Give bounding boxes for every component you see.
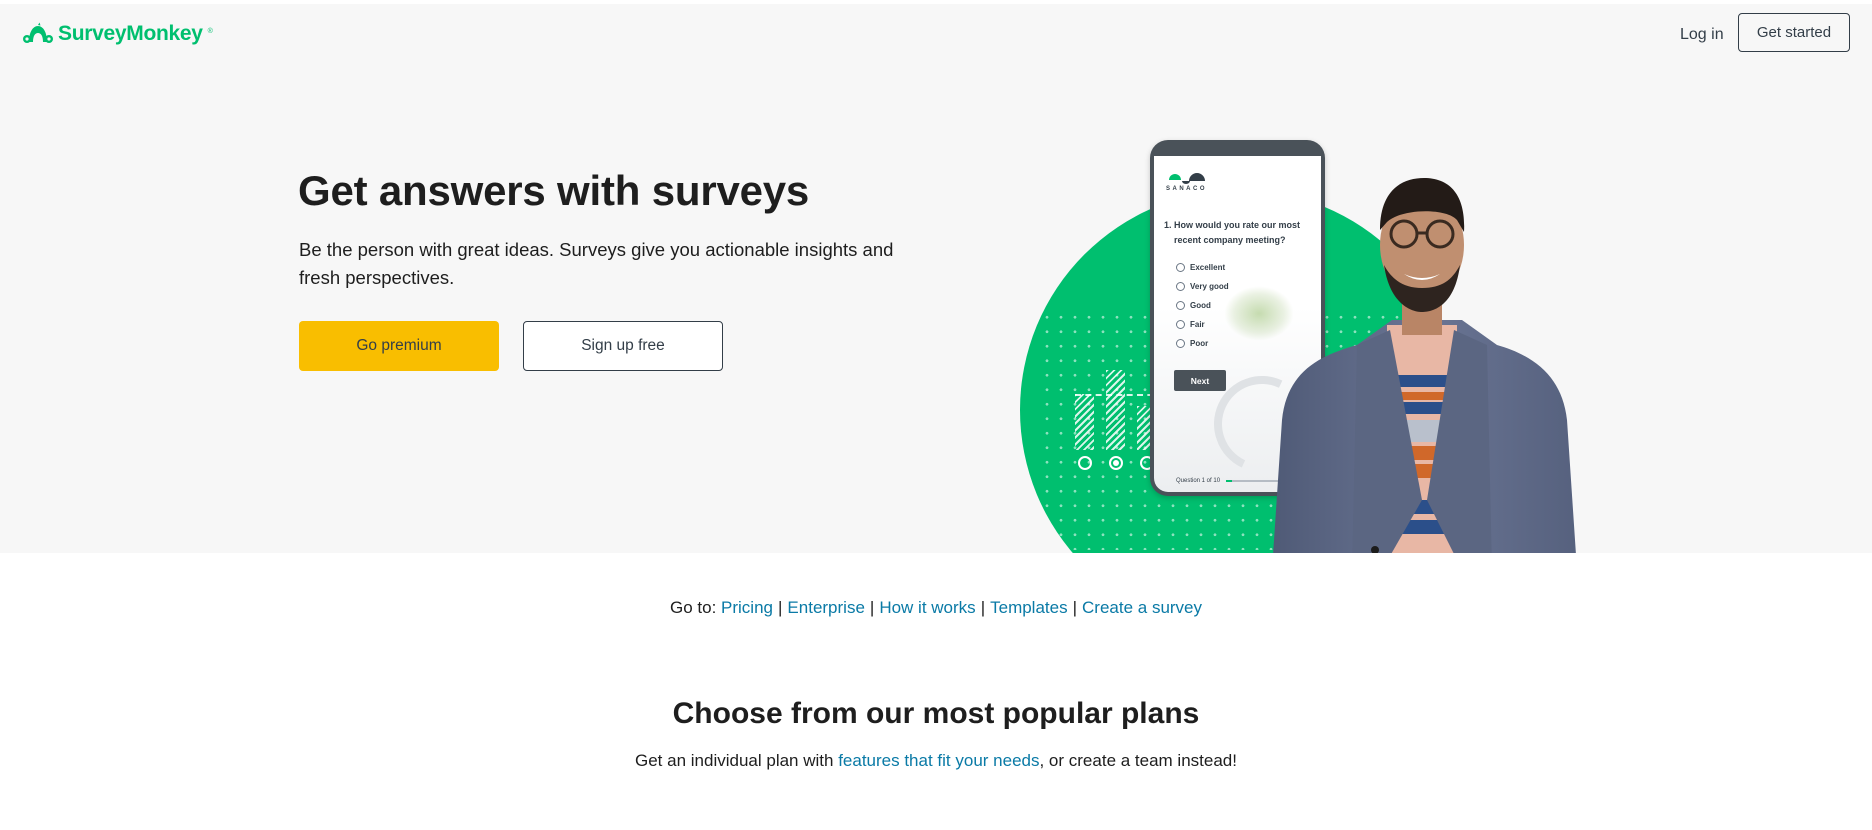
logo-text: SurveyMonkey (58, 22, 203, 45)
answer-option[interactable]: Fair (1176, 315, 1229, 334)
option-label: Excellent (1190, 263, 1226, 272)
answer-option[interactable]: Good (1176, 296, 1229, 315)
option-label: Fair (1190, 320, 1205, 329)
plans-subtitle-before: Get an individual plan with (635, 751, 839, 770)
bar-graphic-bar (1075, 394, 1094, 450)
radio-icon (1176, 263, 1185, 272)
carousel-dot (1078, 456, 1092, 470)
go-premium-button[interactable]: Go premium (299, 321, 499, 371)
get-started-button[interactable]: Get started (1738, 13, 1850, 52)
goto-link-create-survey[interactable]: Create a survey (1082, 598, 1202, 617)
option-label: Very good (1190, 282, 1229, 291)
next-button[interactable]: Next (1174, 370, 1226, 391)
progress-text: Question 1 of 10 (1176, 478, 1221, 484)
progress-bar-fill (1226, 480, 1233, 482)
link-separator: | (778, 598, 783, 617)
answer-option[interactable]: Poor (1176, 334, 1229, 353)
goto-link-pricing[interactable]: Pricing (721, 598, 773, 617)
goto-link-enterprise[interactable]: Enterprise (787, 598, 864, 617)
option-label: Poor (1190, 339, 1209, 348)
radio-icon (1176, 320, 1185, 329)
link-separator: | (980, 598, 986, 617)
hero-title: Get answers with surveys (298, 167, 810, 214)
monkey-logo-icon (23, 22, 53, 43)
sanaco-brand: SANACO (1166, 186, 1208, 192)
answer-option[interactable]: Very good (1176, 277, 1229, 296)
registered-mark: ® (207, 27, 213, 35)
question-number: 1. (1164, 220, 1172, 230)
carousel-dot-active (1109, 456, 1123, 470)
person-photo (1273, 178, 1576, 553)
plans-title: Choose from our most popular plans (672, 697, 1200, 730)
goto-link-templates[interactable]: Templates (990, 598, 1067, 617)
radio-icon (1176, 301, 1185, 310)
answer-option[interactable]: Excellent (1176, 258, 1229, 277)
link-separator: | (1072, 598, 1078, 617)
radio-icon (1176, 339, 1185, 348)
radio-icon (1176, 282, 1185, 291)
sanaco-logo-icon (1169, 173, 1205, 184)
plans-subtitle: Get an individual plan with features tha… (0, 751, 1872, 771)
link-separator: | (869, 598, 875, 617)
goto-prefix: Go to: (669, 598, 717, 617)
login-link[interactable]: Log in (1680, 26, 1724, 44)
plans-subtitle-after: , or create a team instead! (1039, 751, 1237, 770)
features-link[interactable]: features that fit your needs (838, 751, 1039, 770)
hero-section: SurveyMonkey ® Log in Get started Get an… (0, 4, 1872, 553)
goto-link-how-it-works[interactable]: How it works (879, 598, 975, 617)
bar-graphic-bar (1106, 370, 1125, 450)
hero-subtitle: Be the person with great ideas. Surveys … (299, 239, 894, 288)
surveymonkey-logo[interactable]: SurveyMonkey ® (22, 22, 213, 46)
option-label: Good (1190, 301, 1211, 310)
answer-options: Excellent Very good Good Fair Poor (1176, 258, 1229, 353)
sign-up-free-button[interactable]: Sign up free (523, 321, 723, 371)
goto-links: Go to: Pricing | Enterprise | How it works | T… (0, 598, 1872, 618)
